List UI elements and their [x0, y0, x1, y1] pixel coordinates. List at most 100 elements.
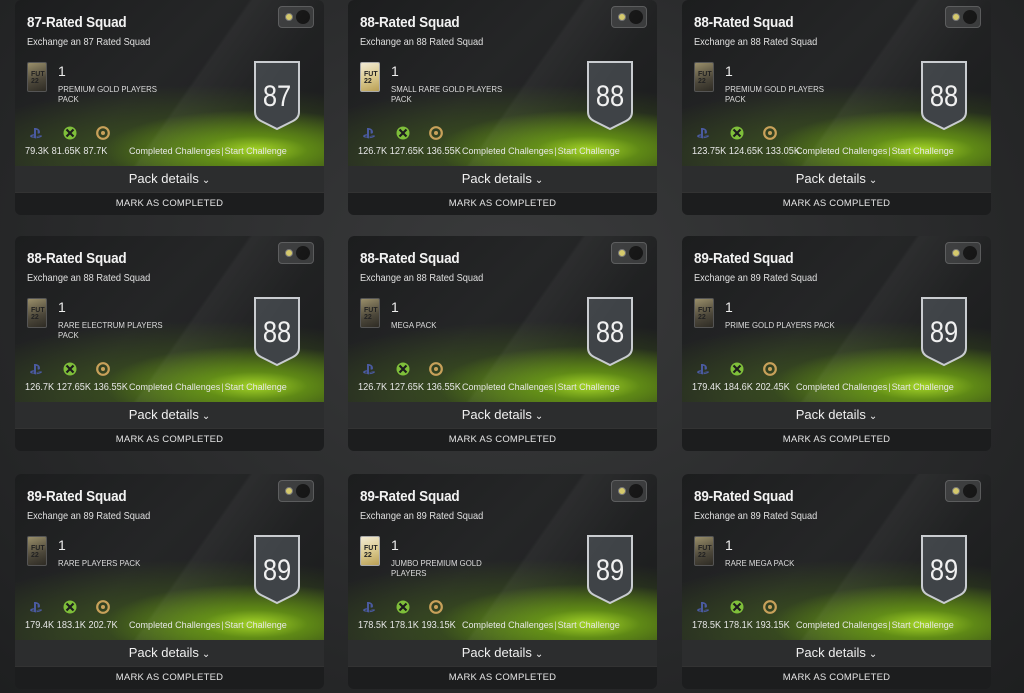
mark-as-completed-button[interactable]: MARK AS COMPLETED — [348, 192, 657, 215]
price-playstation: 123.75K — [692, 146, 727, 157]
price-playstation: 126.7K — [358, 382, 388, 393]
mark-as-completed-button[interactable]: MARK AS COMPLETED — [682, 428, 991, 451]
reward-pack-name: MEGA PACK — [391, 320, 437, 330]
playstation-icon — [363, 128, 376, 139]
card-header: 87-Rated Squad Exchange an 87 Rated Squa… — [15, 0, 324, 166]
mark-as-completed-button[interactable]: MARK AS COMPLETED — [15, 666, 324, 689]
toggle-icon[interactable] — [945, 480, 981, 502]
pack-details-button[interactable]: Pack details ⌄ — [348, 402, 657, 428]
start-challenge-link[interactable]: Start Challenge — [558, 382, 620, 393]
pack-icon: FUT 22 — [27, 62, 47, 92]
pack-icon: FUT 22 — [694, 62, 714, 92]
completed-challenges-link[interactable]: Completed Challenges — [796, 620, 887, 631]
start-challenge-link[interactable]: Start Challenge — [892, 146, 954, 157]
start-challenge-link[interactable]: Start Challenge — [225, 146, 287, 157]
start-challenge-link[interactable]: Start Challenge — [225, 382, 287, 393]
toggle-icon[interactable] — [945, 6, 981, 28]
price-list: 126.7K 127.65K 136.55K — [358, 146, 461, 157]
coin-icon — [429, 600, 443, 614]
mark-as-completed-button[interactable]: MARK AS COMPLETED — [348, 428, 657, 451]
playstation-icon — [363, 364, 376, 375]
rating-value: 88 — [596, 315, 624, 348]
card-header: 89-Rated Squad Exchange an 89 Rated Squa… — [682, 236, 991, 402]
mark-as-completed-button[interactable]: MARK AS COMPLETED — [682, 666, 991, 689]
card-header: 88-Rated Squad Exchange an 88 Rated Squa… — [682, 0, 991, 166]
completed-challenges-link[interactable]: Completed Challenges — [796, 382, 887, 393]
price-pc: 193.15K — [755, 620, 790, 631]
sbc-card-2: 88-Rated Squad Exchange an 88 Rated Squa… — [348, 0, 657, 215]
reward-pack-name: JUMBO PREMIUM GOLD PLAYERS — [391, 558, 482, 578]
pack-details-button[interactable]: Pack details ⌄ — [348, 640, 657, 666]
reward-quantity: 1 — [391, 299, 399, 315]
toggle-icon[interactable] — [611, 242, 647, 264]
completed-challenges-link[interactable]: Completed Challenges — [462, 382, 553, 393]
price-pc: 136.55K — [93, 382, 128, 393]
reward-quantity: 1 — [725, 537, 733, 553]
reward-quantity: 1 — [391, 537, 399, 553]
link-separator: | — [221, 382, 224, 393]
platform-icons — [362, 600, 443, 616]
completed-challenges-link[interactable]: Completed Challenges — [462, 146, 553, 157]
pack-details-button[interactable]: Pack details ⌄ — [348, 166, 657, 192]
coin-icon — [96, 362, 110, 376]
toggle-icon[interactable] — [611, 480, 647, 502]
platform-icons — [29, 362, 110, 378]
pack-details-button[interactable]: Pack details ⌄ — [15, 402, 324, 428]
xbox-icon — [730, 600, 744, 614]
card-subtitle: Exchange an 88 Rated Squad — [694, 36, 818, 48]
mark-as-completed-button[interactable]: MARK AS COMPLETED — [682, 192, 991, 215]
pack-details-button[interactable]: Pack details ⌄ — [682, 640, 991, 666]
platform-icons — [362, 362, 443, 378]
start-challenge-link[interactable]: Start Challenge — [892, 382, 954, 393]
price-xbox: 127.65K — [56, 382, 92, 393]
platform-icons — [696, 362, 777, 378]
platform-icons — [362, 126, 443, 142]
completed-challenges-link[interactable]: Completed Challenges — [796, 146, 887, 157]
toggle-icon[interactable] — [945, 242, 981, 264]
price-list: 178.5K 178.1K 193.15K — [358, 620, 456, 631]
price-playstation: 126.7K — [25, 382, 55, 393]
rating-value: 87 — [263, 79, 291, 112]
price-list: 179.4K 184.6K 202.45K — [692, 382, 790, 393]
pack-details-button[interactable]: Pack details ⌄ — [682, 402, 991, 428]
playstation-icon — [30, 602, 43, 613]
price-list: 126.7K 127.65K 136.55K — [358, 382, 461, 393]
price-pc: 133.05K — [765, 146, 800, 157]
card-header: 88-Rated Squad Exchange an 88 Rated Squa… — [348, 236, 657, 402]
card-subtitle: Exchange an 89 Rated Squad — [27, 510, 151, 522]
sbc-card-3: 88-Rated Squad Exchange an 88 Rated Squa… — [682, 0, 991, 215]
start-challenge-link[interactable]: Start Challenge — [558, 146, 620, 157]
start-challenge-link[interactable]: Start Challenge — [225, 620, 287, 631]
pack-icon: FUT 22 — [27, 536, 47, 566]
mark-as-completed-button[interactable]: MARK AS COMPLETED — [348, 666, 657, 689]
toggle-icon[interactable] — [278, 6, 314, 28]
mark-as-completed-button[interactable]: MARK AS COMPLETED — [15, 428, 324, 451]
sbc-card-8: 89-Rated Squad Exchange an 89 Rated Squa… — [348, 474, 657, 689]
rating-badge: 88 — [587, 61, 633, 131]
chevron-down-icon: ⌄ — [201, 411, 211, 422]
completed-challenges-link[interactable]: Completed Challenges — [129, 620, 220, 631]
start-challenge-link[interactable]: Start Challenge — [892, 620, 954, 631]
completed-challenges-link[interactable]: Completed Challenges — [462, 620, 553, 631]
start-challenge-link[interactable]: Start Challenge — [558, 620, 620, 631]
pack-icon: FUT 22 — [360, 298, 380, 328]
toggle-icon[interactable] — [611, 6, 647, 28]
completed-challenges-link[interactable]: Completed Challenges — [129, 146, 220, 157]
sbc-card-6: 89-Rated Squad Exchange an 89 Rated Squa… — [682, 236, 991, 451]
mark-as-completed-button[interactable]: MARK AS COMPLETED — [15, 192, 324, 215]
xbox-icon — [396, 362, 410, 376]
card-subtitle: Exchange an 89 Rated Squad — [694, 510, 818, 522]
toggle-icon[interactable] — [278, 242, 314, 264]
rating-value: 89 — [930, 315, 958, 348]
pack-details-button[interactable]: Pack details ⌄ — [15, 640, 324, 666]
challenge-links: Completed Challenges|Start Challenge — [796, 620, 954, 631]
link-separator: | — [888, 382, 891, 393]
card-title: 87-Rated Squad — [27, 14, 127, 31]
pack-details-button[interactable]: Pack details ⌄ — [682, 166, 991, 192]
completed-challenges-link[interactable]: Completed Challenges — [129, 382, 220, 393]
pack-details-button[interactable]: Pack details ⌄ — [15, 166, 324, 192]
price-xbox: 178.1K — [389, 620, 419, 631]
toggle-icon[interactable] — [278, 480, 314, 502]
platform-icons — [696, 126, 777, 142]
link-separator: | — [554, 382, 557, 393]
